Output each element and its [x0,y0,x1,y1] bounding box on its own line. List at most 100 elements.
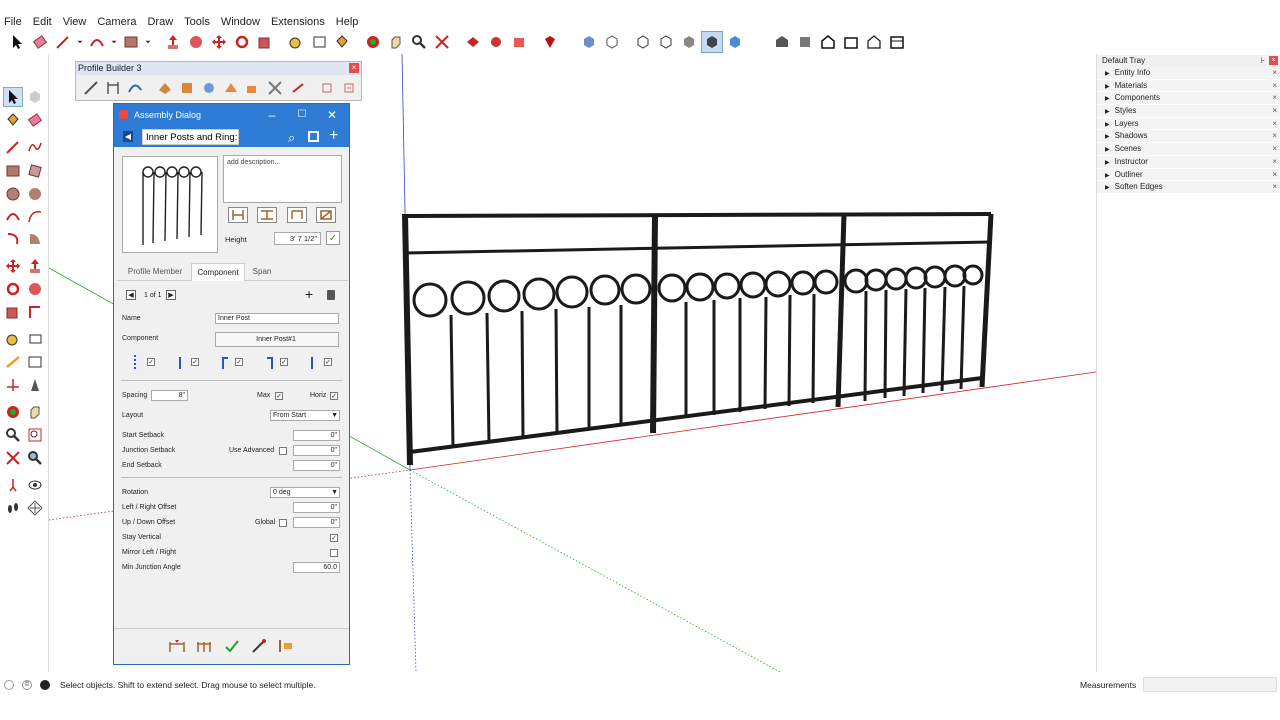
tray-item-styles[interactable]: ▶ Styles × [1097,105,1280,118]
tray-item-components[interactable]: ▶ Components × [1097,92,1280,106]
monochrome-icon[interactable] [724,31,746,53]
select-tool-icon[interactable] [3,87,23,107]
menu-window[interactable]: Window [221,16,260,28]
chevron-down-icon[interactable] [143,31,153,53]
mirror-checkbox[interactable] [330,549,338,557]
spacing-input[interactable]: 8" [151,390,188,401]
measurements-input[interactable] [1143,677,1277,692]
tab-profile-member[interactable]: Profile Member [119,263,191,281]
maximize-icon[interactable]: ☐ [287,104,317,126]
close-icon[interactable]: × [1272,80,1277,92]
tray-item-instructor[interactable]: ▶ Instructor × [1097,155,1280,169]
arc-tool-icon[interactable] [3,206,23,226]
zoom-window-icon[interactable] [25,425,45,445]
menu-help[interactable]: Help [336,16,359,28]
pb-assembly-icon[interactable] [102,78,123,98]
follow-me-icon[interactable] [25,279,45,299]
insertion-point-3-checkbox[interactable]: ✓ [235,358,243,366]
credits-icon[interactable]: © [22,680,32,690]
build-assembly-icon[interactable] [169,639,185,653]
menu-extensions[interactable]: Extensions [271,16,325,28]
pb-assembly-library-icon[interactable] [221,78,242,98]
ruby-console-icon[interactable] [539,31,561,53]
scale-icon[interactable] [3,302,23,322]
close-icon[interactable]: × [1272,118,1277,130]
global-checkbox[interactable] [279,519,287,527]
save-icon[interactable] [308,131,319,142]
pb-explode-icon[interactable] [243,78,264,98]
tray-item-scenes[interactable]: ▶ Scenes × [1097,143,1280,156]
front-view-icon[interactable] [817,31,839,53]
pb-profile-member-icon[interactable] [80,78,101,98]
rotate-icon[interactable] [3,279,23,299]
select-tool-icon[interactable] [6,31,28,53]
two-point-arc-icon[interactable] [25,206,45,226]
horiz-checkbox[interactable]: ✓ [330,392,338,400]
tab-component[interactable]: Component [191,263,245,281]
protractor-icon[interactable] [3,352,23,372]
shaded-textures-icon[interactable] [701,30,723,53]
min-junction-input[interactable]: 60.0 [293,562,340,573]
push-pull-icon[interactable] [162,31,184,53]
circle-tool-icon[interactable] [3,184,23,204]
zoom-extents-icon[interactable] [431,31,453,53]
confirm-build-icon[interactable] [224,639,240,653]
start-setback-input[interactable]: 0" [293,430,340,441]
close-icon[interactable]: × [1272,169,1277,181]
description-field[interactable]: add description... [223,155,342,203]
previous-icon[interactable]: ◀ [126,290,136,300]
pb-edit-icon[interactable] [176,78,197,98]
three-point-arc-icon[interactable] [3,228,23,248]
insertion-point-1-checkbox[interactable]: ✓ [147,358,155,366]
stay-vertical-checkbox[interactable]: ✓ [330,534,338,542]
close-icon[interactable]: × [1272,130,1277,142]
use-advanced-checkbox[interactable] [279,447,287,455]
insertion-point-2-checkbox[interactable]: ✓ [191,358,199,366]
tape-measure-icon[interactable] [285,31,307,53]
warehouse-icon[interactable] [462,31,484,53]
close-icon[interactable]: × [1272,67,1277,79]
component-selector-button[interactable]: Inner Post#1 [215,332,339,347]
chevron-down-icon[interactable] [109,31,119,53]
offset-icon[interactable] [25,302,45,322]
text-tool-icon[interactable] [25,352,45,372]
back-icon[interactable]: ◀ [123,131,133,142]
add-icon[interactable]: + [329,127,338,145]
end-setback-input[interactable]: 0" [293,460,340,471]
menu-draw[interactable]: Draw [147,16,173,28]
tray-item-materials[interactable]: ▶ Materials × [1097,79,1280,93]
minimize-icon[interactable]: – [257,104,287,126]
top-view-icon[interactable] [794,31,816,53]
menu-view[interactable]: View [63,16,87,28]
look-around-icon[interactable] [25,475,45,495]
close-icon[interactable]: × [1272,181,1277,193]
insertion-point-4-checkbox[interactable]: ✓ [280,358,288,366]
trash-icon[interactable] [327,290,335,300]
walk-icon[interactable] [3,498,23,518]
pb-help-icon[interactable] [339,78,360,98]
junction-setback-input[interactable]: 0" [293,445,340,456]
menu-camera[interactable]: Camera [97,16,136,28]
eraser-icon[interactable] [25,110,45,130]
section-plane-icon[interactable] [25,498,45,518]
close-icon[interactable]: × [1272,92,1277,104]
line-tool-icon[interactable] [3,137,23,157]
tray-item-entity-info[interactable]: ▶ Entity Info × [1097,67,1280,80]
rotated-rectangle-icon[interactable] [25,161,45,181]
rectangle-tool-icon[interactable] [3,161,23,181]
polygon-tool-icon[interactable] [25,184,45,204]
orbit-icon[interactable] [3,402,23,422]
share-model-icon[interactable] [508,31,530,53]
zoom-icon[interactable] [3,425,23,445]
right-view-icon[interactable] [840,31,862,53]
chevron-down-icon[interactable] [75,31,85,53]
extension-warehouse-icon[interactable] [485,31,507,53]
close-icon[interactable]: × [1269,56,1278,65]
pb-library-icon[interactable] [198,78,219,98]
pb-path-icon[interactable] [124,78,145,98]
close-icon[interactable]: × [349,63,359,73]
iso-view-icon[interactable] [771,31,793,53]
position-camera-icon[interactable] [3,475,23,495]
name-input[interactable]: Inner Post [215,313,339,324]
pb-build-icon[interactable] [154,78,175,98]
